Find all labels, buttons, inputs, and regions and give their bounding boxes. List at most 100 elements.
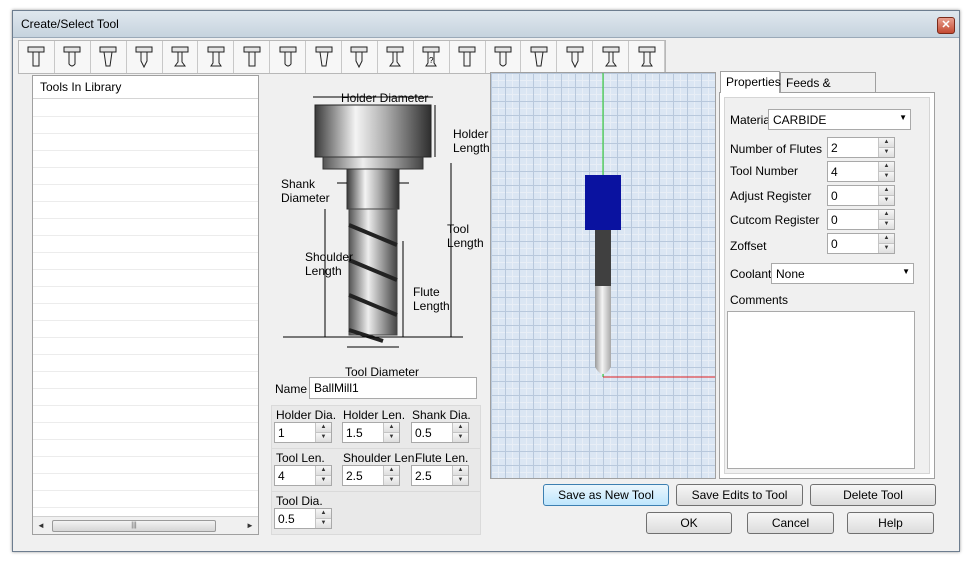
spin-up-icon[interactable]: ▲ (879, 234, 894, 244)
tool-number-value[interactable]: 4 (831, 165, 838, 179)
spin-down-icon[interactable]: ▼ (879, 196, 894, 205)
engraving-tool-icon (458, 46, 476, 67)
form-tool-icon[interactable] (629, 41, 666, 73)
save-as-new-tool-button[interactable]: Save as New Tool (543, 484, 669, 506)
help-button[interactable]: Help (847, 512, 934, 534)
shank-dia-spinner[interactable]: 0.5 ▲ ▼ (411, 422, 469, 443)
comments-textarea[interactable] (727, 311, 915, 469)
spin-up-icon[interactable]: ▲ (384, 423, 399, 433)
ok-button[interactable]: OK (646, 512, 732, 534)
drill-icon[interactable] (163, 41, 199, 73)
spin-down-icon[interactable]: ▼ (879, 148, 894, 157)
material-value: CARBIDE (773, 113, 827, 127)
save-edits-button[interactable]: Save Edits to Tool (676, 484, 803, 506)
spin-down-icon[interactable]: ▼ (453, 433, 468, 442)
dovetail-icon[interactable] (306, 41, 343, 73)
spot-drill-icon[interactable] (378, 41, 414, 73)
holder-dia-spinner[interactable]: 1 ▲ ▼ (274, 422, 332, 443)
scroll-right-icon[interactable]: ► (245, 520, 255, 531)
shank-dia-value[interactable]: 0.5 (415, 426, 432, 440)
spin-down-icon[interactable]: ▼ (316, 519, 331, 528)
tab-feeds-speeds[interactable]: Feeds & Speeds (780, 72, 876, 110)
tool-dia-value[interactable]: 0.5 (278, 512, 295, 526)
custom-tool-icon[interactable]: ? (414, 41, 450, 73)
engraving-tool-icon[interactable] (450, 41, 486, 73)
slot-cutter-icon[interactable] (270, 41, 307, 73)
spin-down-icon[interactable]: ▼ (316, 476, 331, 485)
tool-len-value[interactable]: 4 (278, 469, 285, 483)
countersink-icon[interactable] (342, 41, 378, 73)
tool-type-toolbar: ? (18, 40, 666, 74)
flutes-spinner[interactable]: 2 ▲ ▼ (827, 137, 895, 158)
comments-label: Comments (730, 293, 789, 307)
boring-bar-icon[interactable] (557, 41, 594, 73)
spin-up-icon[interactable]: ▲ (879, 210, 894, 220)
flute-len-spinner[interactable]: 2.5 ▲ ▼ (411, 465, 469, 486)
chamfer-tool-icon[interactable] (127, 41, 163, 73)
flute-len-label: Flute Len. (415, 451, 469, 465)
ball-endmill-icon[interactable] (91, 41, 127, 73)
thread-mill-icon[interactable] (234, 41, 271, 73)
tool-name-input[interactable]: BallMill1 (309, 377, 477, 399)
scroll-left-icon[interactable]: ◄ (36, 520, 46, 531)
holder-dia-value[interactable]: 1 (278, 426, 285, 440)
shoulder-len-spinner[interactable]: 2.5 ▲ ▼ (342, 465, 400, 486)
properties-inner: Material CARBIDE ▼ Number of Flutes 2 ▲ ▼ T… (724, 97, 930, 474)
zoffset-spinner[interactable]: 0 ▲ ▼ (827, 233, 895, 254)
spin-down-icon[interactable]: ▼ (453, 476, 468, 485)
spin-up-icon[interactable]: ▲ (316, 466, 331, 476)
cutcom-register-label: Cutcom Register (730, 213, 820, 227)
tool-preview-graphic (585, 73, 715, 378)
bull-endmill-icon[interactable] (55, 41, 91, 73)
taper-endmill-icon[interactable] (198, 41, 235, 73)
chevron-down-icon[interactable]: ▼ (902, 267, 910, 276)
tool-number-spinner[interactable]: 4 ▲ ▼ (827, 161, 895, 182)
spin-up-icon[interactable]: ▲ (879, 162, 894, 172)
tool-len-spinner[interactable]: 4 ▲ ▼ (274, 465, 332, 486)
chamfer-tool-icon (135, 46, 153, 69)
tool-len-label: Tool Len. (276, 451, 325, 465)
spin-up-icon[interactable]: ▲ (316, 423, 331, 433)
cancel-button[interactable]: Cancel (747, 512, 834, 534)
cutcom-register-spinner[interactable]: 0 ▲ ▼ (827, 209, 895, 230)
horizontal-scrollbar[interactable]: ◄ ||| ► (33, 516, 258, 534)
zoffset-value[interactable]: 0 (831, 237, 838, 251)
lollipop-cutter-icon[interactable] (593, 41, 630, 73)
flute-len-value[interactable]: 2.5 (415, 469, 432, 483)
spin-down-icon[interactable]: ▼ (879, 220, 894, 229)
name-label: Name (275, 382, 308, 396)
chevron-down-icon[interactable]: ▼ (899, 113, 907, 122)
shoulder-len-value[interactable]: 2.5 (346, 469, 363, 483)
spin-up-icon[interactable]: ▲ (316, 509, 331, 519)
tool-dia-spinner[interactable]: 0.5 ▲ ▼ (274, 508, 332, 529)
tools-library-list[interactable]: Tools In Library ◄ ||| ► (32, 75, 259, 535)
adjust-register-spinner[interactable]: 0 ▲ ▼ (827, 185, 895, 206)
spin-down-icon[interactable]: ▼ (879, 172, 894, 181)
tool-preview-viewport[interactable] (490, 72, 716, 479)
spin-up-icon[interactable]: ▲ (879, 138, 894, 148)
cutcom-register-value[interactable]: 0 (831, 213, 838, 227)
title-bar[interactable]: Create/Select Tool ✕ (13, 11, 959, 38)
flutes-value[interactable]: 2 (831, 141, 838, 155)
flat-endmill-icon[interactable] (19, 41, 55, 73)
reamer-icon[interactable] (486, 41, 522, 73)
tab-properties[interactable]: Properties (720, 71, 781, 93)
spin-down-icon[interactable]: ▼ (384, 433, 399, 442)
close-button[interactable]: ✕ (937, 17, 955, 34)
holder-len-value[interactable]: 1.5 (346, 426, 363, 440)
tap-icon[interactable] (521, 41, 558, 73)
adjust-register-value[interactable]: 0 (831, 189, 838, 203)
library-rows[interactable] (33, 100, 258, 510)
holder-len-spinner[interactable]: 1.5 ▲ ▼ (342, 422, 400, 443)
delete-tool-button[interactable]: Delete Tool (810, 484, 936, 506)
spin-up-icon[interactable]: ▲ (453, 466, 468, 476)
spin-up-icon[interactable]: ▲ (384, 466, 399, 476)
spin-down-icon[interactable]: ▼ (879, 244, 894, 253)
material-select[interactable]: CARBIDE ▼ (768, 109, 911, 130)
spin-up-icon[interactable]: ▲ (879, 186, 894, 196)
scroll-thumb[interactable]: ||| (52, 520, 216, 532)
spin-up-icon[interactable]: ▲ (453, 423, 468, 433)
coolant-select[interactable]: None ▼ (771, 263, 914, 284)
spin-down-icon[interactable]: ▼ (316, 433, 331, 442)
spin-down-icon[interactable]: ▼ (384, 476, 399, 485)
